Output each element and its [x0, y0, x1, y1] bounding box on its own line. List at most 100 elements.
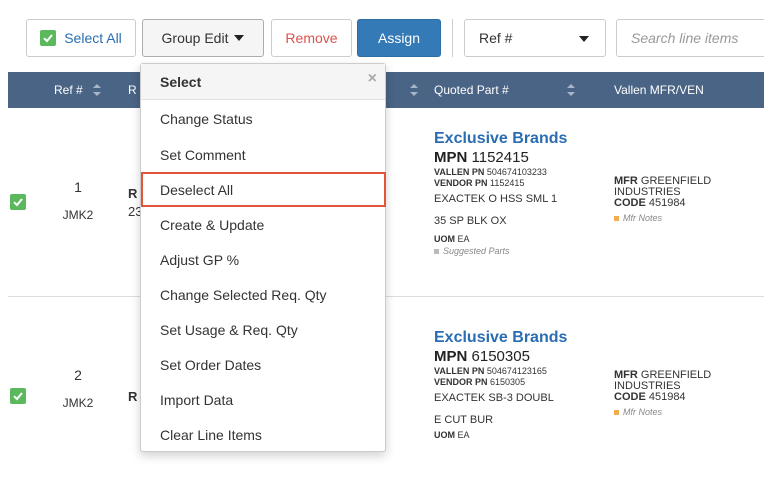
column-header-ref-label: Ref # — [54, 83, 83, 97]
vallen-pn-line: VALLEN PN 504674123165 — [434, 366, 584, 377]
mpn-label: MPN — [434, 149, 468, 166]
menu-header-label: Select — [160, 73, 202, 90]
menu-item-set-order-dates[interactable]: Set Order Dates — [141, 347, 385, 382]
description-line-1: EXACTEK SB-3 DOUBL — [434, 392, 554, 404]
vallen-pn-value: 504674123165 — [486, 366, 547, 376]
mpn-label: MPN — [434, 348, 468, 365]
uom-line: UOM EA — [434, 430, 584, 441]
uom-value: EA — [457, 234, 470, 244]
code-value: 451984 — [648, 197, 686, 209]
search-input[interactable] — [616, 19, 764, 57]
brand-link[interactable]: Exclusive Brands — [434, 328, 584, 348]
suggested-parts-link[interactable]: Suggested Parts — [434, 245, 584, 257]
vallen-pn-label: VALLEN PN — [434, 167, 485, 177]
brand-link[interactable]: Exclusive Brands — [434, 129, 584, 149]
check-icon — [40, 30, 57, 46]
mpn-value: 6150305 — [471, 348, 530, 365]
row-ref-code: JMK2 — [62, 396, 94, 410]
mfr-line: MFR GREENFIELD INDUSTRIES — [614, 370, 754, 392]
vendor-pn-value: 1152415 — [490, 178, 525, 188]
description-line-2: E CUT BUR — [434, 414, 494, 426]
mfr-notes-link[interactable]: Mfr Notes — [614, 407, 754, 418]
vallen-mfr-cell: MFR GREENFIELD INDUSTRIES CODE 451984 Mf… — [614, 370, 754, 418]
description-line-1: EXACTEK O HSS SML 1 — [434, 193, 558, 205]
menu-item-import-data[interactable]: Import Data — [141, 382, 385, 417]
row-ref-code: JMK2 — [62, 208, 94, 222]
column-header-vallen[interactable]: Vallen MFR/VEN — [614, 72, 704, 108]
menu-header: Select × — [141, 64, 385, 100]
suggested-parts-label: Suggested Parts — [443, 246, 510, 256]
mfr-notes-label: Mfr Notes — [623, 213, 663, 223]
req-label: R — [128, 186, 138, 201]
vallen-pn-line: VALLEN PN 504674103233 — [434, 167, 584, 178]
caret-down-icon — [234, 35, 245, 41]
bullet-icon — [614, 410, 619, 415]
column-header-prev-sort[interactable] — [400, 72, 418, 108]
sort-arrows-icon — [92, 84, 101, 96]
sort-arrows-icon — [410, 84, 418, 96]
column-header-vallen-label: Vallen MFR/VEN — [614, 83, 704, 97]
vallen-pn-label: VALLEN PN — [434, 366, 485, 376]
toolbar: Select All Group Edit Remove Assign Ref … — [0, 0, 764, 72]
mpn-line: MPN 6150305 — [434, 348, 584, 366]
select-all-label: Select All — [64, 30, 122, 46]
uom-label: UOM — [434, 430, 455, 440]
table-header: Ref # R Quoted Part # Vallen MFR/VEN — [8, 72, 764, 108]
highlight-box — [141, 172, 386, 207]
row-ref-number: 1 — [74, 179, 82, 195]
column-header-quoted-part[interactable]: Quoted Part # — [434, 72, 575, 108]
menu-item-clear-line-items[interactable]: Clear Line Items — [141, 417, 385, 452]
select-all-button[interactable]: Select All — [26, 19, 136, 57]
req-label: R — [128, 389, 138, 404]
quoted-part-cell: Exclusive Brands MPN 1152415 VALLEN PN 5… — [434, 129, 584, 257]
row-req-label: R — [128, 389, 137, 404]
bullet-icon — [434, 248, 439, 254]
row-checkbox[interactable] — [10, 388, 26, 404]
menu-item-create-update[interactable]: Create & Update — [141, 207, 385, 242]
caret-down-icon — [579, 36, 589, 42]
mfr-line: MFR GREENFIELD INDUSTRIES — [614, 176, 754, 198]
vendor-pn-value: 6150305 — [490, 377, 526, 387]
check-icon — [13, 198, 23, 207]
menu-item-set-usage-req-qty[interactable]: Set Usage & Req. Qty — [141, 312, 385, 347]
group-edit-label: Group Edit — [161, 30, 229, 46]
mfr-notes-link[interactable]: Mfr Notes — [614, 213, 754, 224]
uom-label: UOM — [434, 234, 455, 244]
menu-item-set-comment[interactable]: Set Comment — [141, 137, 385, 172]
bullet-icon — [614, 216, 619, 221]
code-line: CODE 451984 — [614, 392, 754, 403]
mpn-value: 1152415 — [471, 149, 529, 166]
description-line-2: 35 SP BLK OX — [434, 215, 507, 227]
check-icon — [13, 392, 23, 401]
toolbar-divider — [452, 19, 453, 57]
uom-value: EA — [457, 430, 470, 440]
menu-item-change-selected-req-qty[interactable]: Change Selected Req. Qty — [141, 277, 385, 312]
column-header-ref[interactable]: Ref # — [54, 72, 101, 108]
assign-button[interactable]: Assign — [357, 19, 441, 57]
uom-line: UOM EA — [434, 234, 584, 245]
remove-button[interactable]: Remove — [271, 19, 352, 57]
close-icon[interactable]: × — [368, 70, 377, 88]
sort-select[interactable]: Ref # — [464, 19, 606, 57]
row-ref-number: 2 — [74, 367, 82, 383]
vallen-mfr-cell: MFR GREENFIELD INDUSTRIES CODE 451984 Mf… — [614, 176, 754, 224]
left-gutter — [0, 72, 1, 488]
vallen-pn-value: 504674103233 — [486, 167, 547, 177]
menu-item-adjust-gp[interactable]: Adjust GP % — [141, 242, 385, 277]
group-edit-button[interactable]: Group Edit — [142, 19, 264, 57]
code-line: CODE 451984 — [614, 198, 754, 209]
vendor-pn-label: VENDOR PN — [434, 178, 488, 188]
row-checkbox[interactable] — [10, 194, 26, 210]
sort-arrows-icon — [566, 84, 575, 96]
quoted-part-cell: Exclusive Brands MPN 6150305 VALLEN PN 5… — [434, 328, 584, 441]
code-label: CODE — [614, 391, 646, 403]
code-value: 451984 — [648, 391, 686, 403]
menu-item-change-status[interactable]: Change Status — [141, 101, 385, 136]
vendor-pn-line: VENDOR PN 1152415 — [434, 178, 584, 189]
row-req-label: R — [128, 186, 137, 201]
sort-select-value: Ref # — [479, 30, 513, 46]
column-header-req[interactable]: R — [128, 72, 137, 108]
column-header-quoted-part-label: Quoted Part # — [434, 83, 509, 97]
group-edit-menu: Select × Change Status Set Comment Desel… — [140, 63, 386, 452]
code-label: CODE — [614, 197, 646, 209]
